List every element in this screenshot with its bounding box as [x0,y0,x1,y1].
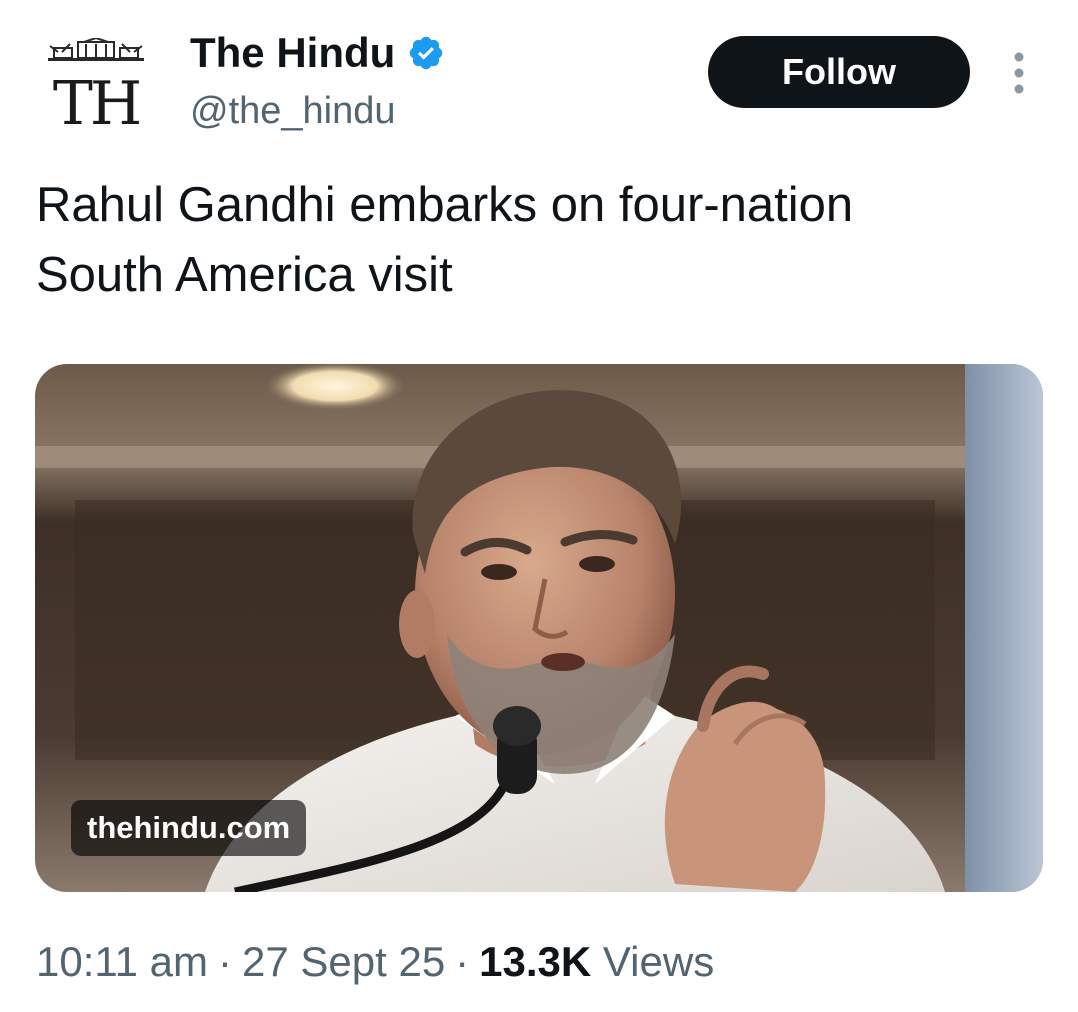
meta-separator: · [455,938,470,985]
tweet-text: Rahul Gandhi embarks on four-nation Sout… [36,178,854,302]
views-label: Views [602,938,715,985]
follow-button[interactable]: Follow [708,36,970,108]
more-vertical-icon[interactable] [1006,50,1032,96]
tweet-meta: 10:11 am · 27 Sept 25 · 13.3K Views [36,934,714,990]
user-info: The Hindu @the_hindu [190,24,445,136]
tweet-time[interactable]: 10:11 am [36,938,208,985]
tweet-date[interactable]: 27 Sept 25 [242,938,445,985]
logo-text: TH [52,69,142,139]
views-count: 13.3K [479,938,592,985]
meta-separator: · [218,938,232,985]
link-domain-badge[interactable]: thehindu.com [71,800,307,856]
media-card[interactable]: thehindu.com [35,364,1043,892]
account-avatar[interactable]: TH [40,38,152,139]
verified-badge-icon [410,36,443,70]
display-name[interactable]: The Hindu [190,24,395,82]
display-name-row: The Hindu [190,24,445,82]
account-handle[interactable]: @the_hindu [190,86,445,136]
